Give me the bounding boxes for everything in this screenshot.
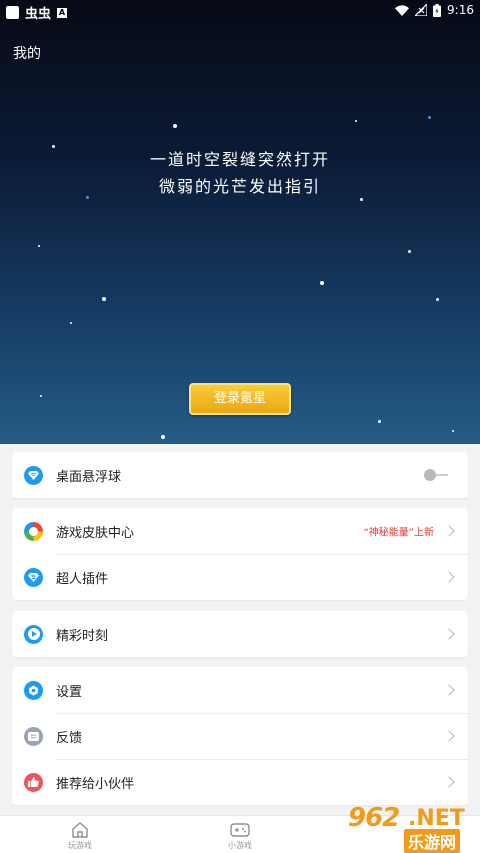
star — [70, 322, 72, 324]
chevron-right-icon — [443, 776, 455, 788]
tagline-line-1: 一道时空裂缝突然打开 — [149, 150, 330, 169]
chevron-right-icon — [443, 684, 455, 696]
chevron-right-icon — [443, 571, 455, 583]
tagline-line-2: 微弱的光芒发出指引 — [158, 177, 321, 196]
watermark-site: 乐游网 — [404, 829, 461, 853]
palette-icon — [24, 521, 43, 541]
chevron-right-icon — [443, 730, 455, 742]
play-icon — [24, 624, 43, 644]
star — [40, 395, 42, 397]
recommend-row[interactable]: 推荐给小伙伴 — [12, 759, 468, 805]
star — [102, 297, 106, 301]
skin-center-row[interactable]: 游戏皮肤中心 “神秘能量”上新 — [12, 508, 468, 554]
star — [320, 281, 324, 285]
chevron-right-icon — [443, 525, 455, 537]
settings-icon — [24, 680, 43, 700]
star — [355, 120, 357, 122]
superman-plugin-label: 超人插件 — [56, 571, 109, 587]
status-app-badge: 虫虫 — [25, 7, 52, 22]
floating-ball-row[interactable]: 桌面悬浮球 — [12, 452, 468, 498]
star — [38, 245, 40, 247]
star — [436, 298, 439, 301]
settings-label: 设置 — [56, 684, 83, 700]
highlights-card: 精彩时刻 — [12, 611, 468, 657]
star — [428, 116, 431, 119]
star — [360, 198, 363, 201]
settings-row[interactable]: 设置 — [12, 667, 468, 713]
settings-card: 设置 反馈 推荐给小伙伴 — [12, 667, 468, 805]
star — [408, 250, 411, 253]
battery-icon — [433, 3, 442, 17]
nav-play-games-label: 玩游戏 — [68, 841, 92, 850]
superman-icon — [24, 567, 43, 587]
status-time: 9:16 — [447, 3, 474, 17]
skin-plugin-card: 游戏皮肤中心 “神秘能量”上新 超人插件 — [12, 508, 468, 600]
star — [378, 420, 381, 423]
notification-square-icon — [6, 6, 19, 19]
nav-play-games[interactable]: 玩游戏 — [0, 816, 160, 853]
star — [173, 124, 177, 128]
star — [452, 430, 454, 432]
status-bar: 虫虫 A 9:16 — [0, 0, 480, 22]
star — [161, 435, 165, 439]
feedback-row[interactable]: 反馈 — [12, 713, 468, 759]
home-icon — [72, 822, 88, 838]
message-icon — [24, 726, 43, 746]
chevron-right-icon — [443, 628, 455, 640]
watermark-logo: 962 .NET 乐游网 — [346, 803, 474, 853]
recommend-label: 推荐给小伙伴 — [56, 776, 135, 792]
gamepad-icon — [230, 823, 250, 837]
highlights-row[interactable]: 精彩时刻 — [12, 611, 468, 657]
floating-ball-label: 桌面悬浮球 — [56, 469, 122, 485]
superman-plugin-row[interactable]: 超人插件 — [12, 554, 468, 600]
thumb-up-icon — [24, 772, 43, 792]
nav-mini-games-label: 小游戏 — [228, 841, 252, 850]
wifi-diamond-icon — [24, 465, 43, 485]
floating-ball-card: 桌面悬浮球 — [12, 452, 468, 498]
nav-mini-games[interactable]: 小游戏 — [160, 816, 320, 853]
status-a-icon: A — [57, 7, 68, 18]
login-button[interactable]: 登录氪星 — [189, 383, 291, 415]
feedback-label: 反馈 — [56, 730, 83, 746]
floating-ball-toggle[interactable] — [424, 468, 450, 482]
watermark-net: .NET — [408, 806, 465, 831]
watermark-number: 962 — [348, 803, 400, 833]
skin-center-label: 游戏皮肤中心 — [56, 525, 135, 541]
signal-off-icon — [415, 4, 428, 16]
page-title: 我的 — [13, 46, 41, 62]
skin-new-badge: “神秘能量”上新 — [363, 527, 434, 539]
highlights-label: 精彩时刻 — [56, 628, 109, 644]
wifi-icon — [395, 4, 410, 16]
hero-banner: 虫虫 A 9:16 我的 一道时空裂缝突然打开 微弱的光芒发出指引 登录氪星 — [0, 0, 480, 444]
